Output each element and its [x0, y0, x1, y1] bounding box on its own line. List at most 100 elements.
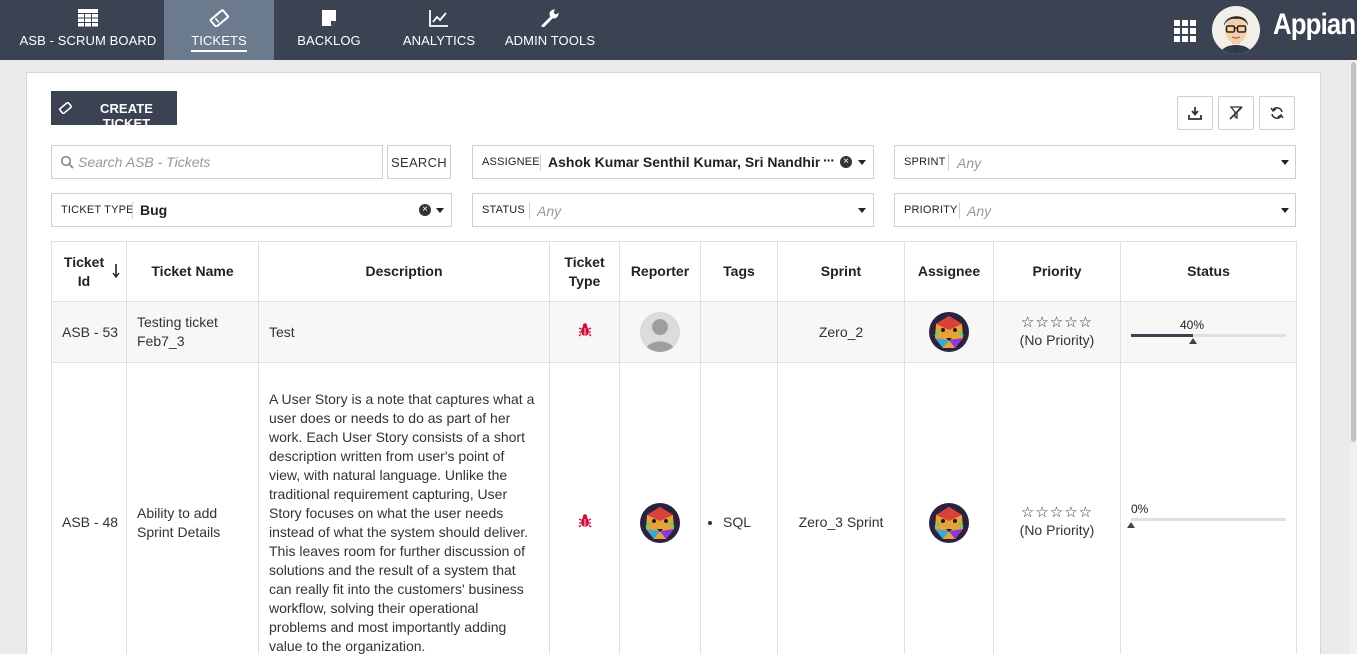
progress-fill — [1131, 334, 1193, 337]
chevron-down-icon — [1281, 208, 1289, 213]
status-value: Any — [537, 203, 562, 219]
clear-icon[interactable]: × — [840, 156, 852, 168]
tab-tickets[interactable]: TICKETS — [164, 0, 274, 60]
ticket-id[interactable]: ASB - 48 — [51, 362, 127, 654]
refresh-icon — [1270, 107, 1284, 119]
clear-filters-button[interactable] — [1218, 96, 1254, 130]
tab-label: ADMIN TOOLS — [504, 33, 596, 48]
filter-off-icon — [1229, 106, 1243, 120]
search-button[interactable]: SEARCH — [387, 145, 451, 179]
tab-analytics[interactable]: ANALYTICS — [394, 0, 484, 60]
priority-label: PRIORITY — [904, 204, 958, 216]
priority-value: Any — [967, 203, 992, 219]
column-header-tags[interactable]: Tags — [700, 241, 778, 302]
status-cell: 40% — [1120, 301, 1297, 363]
progress-percent: 40% — [1180, 318, 1205, 332]
sprint-value: Any — [957, 155, 982, 171]
top-navigation: ASB - SCRUM BOARD TICKETS BACKLOG ANALYT… — [0, 0, 1357, 60]
ticket-icon — [59, 102, 72, 114]
ticket-description: Test — [258, 301, 550, 363]
tab-label: TICKETS — [191, 33, 247, 52]
search-input[interactable] — [78, 153, 368, 171]
tab-scrum-board[interactable]: ASB - SCRUM BOARD — [14, 0, 162, 60]
create-ticket-button[interactable]: CREATE TICKET — [51, 91, 177, 131]
tab-label: BACKLOG — [297, 33, 361, 48]
chevron-down-icon — [1281, 160, 1289, 165]
note-icon — [322, 10, 336, 26]
app-launcher-icon[interactable] — [1174, 20, 1196, 42]
search-icon — [60, 155, 74, 169]
priority-text: (No Priority) — [1019, 331, 1095, 348]
assignee-avatar[interactable] — [929, 502, 969, 543]
download-button[interactable] — [1177, 96, 1213, 130]
progress-marker — [1127, 522, 1135, 528]
table-icon — [78, 9, 98, 27]
page-scrollbar[interactable] — [1350, 60, 1357, 654]
assignee-cell — [904, 362, 994, 654]
column-header-sprint[interactable]: Sprint — [777, 241, 905, 302]
priority-text: (No Priority) — [1019, 522, 1095, 538]
table-row[interactable]: ASB - 53 Testing ticket Feb7_3 Test Zero… — [51, 301, 1297, 363]
sort-descending-icon[interactable] — [112, 264, 120, 278]
ticket-id[interactable]: ASB - 53 — [51, 301, 127, 363]
ticket-name[interactable]: Ability to add Sprint Details — [126, 362, 259, 654]
table-header-row: Ticket Id Ticket Name Description Ticket… — [51, 241, 1297, 302]
tag-item: SQL — [723, 513, 777, 532]
more-icon: ··· — [823, 152, 835, 168]
reporter-avatar[interactable] — [640, 312, 680, 352]
refresh-button[interactable] — [1259, 96, 1295, 130]
user-avatar[interactable] — [1212, 6, 1260, 54]
column-header-description[interactable]: Description — [258, 241, 550, 302]
sprint-label: SPRINT — [904, 156, 946, 168]
ticket-description: A User Story is a note that captures wha… — [258, 362, 550, 654]
search-field — [51, 145, 383, 179]
scrollbar-thumb[interactable] — [1351, 62, 1356, 442]
column-header-status[interactable]: Status — [1120, 241, 1297, 302]
progress-bar — [1127, 518, 1286, 528]
clear-icon[interactable]: × — [419, 204, 431, 216]
chevron-down-icon — [436, 208, 444, 213]
column-header-ticket-name[interactable]: Ticket Name — [126, 241, 259, 302]
assignee-value: Ashok Kumar Senthil Kumar, Sri Nandhini … — [548, 154, 820, 170]
bug-icon — [578, 513, 591, 527]
progress-percent: 0% — [1131, 502, 1149, 516]
status-label: STATUS — [482, 204, 525, 216]
assignee-filter[interactable]: ASSIGNEE Ashok Kumar Senthil Kumar, Sri … — [472, 145, 874, 179]
column-header-reporter[interactable]: Reporter — [619, 241, 701, 302]
sprint-cell: Zero_3 Sprint — [777, 362, 905, 654]
create-ticket-label: CREATE TICKET — [99, 101, 154, 131]
sprint-filter[interactable]: SPRINT Any — [894, 145, 1296, 179]
reporter-avatar[interactable] — [640, 502, 680, 543]
ticket-type-filter[interactable]: TICKET TYPE Bug × — [51, 193, 452, 227]
chevron-down-icon — [858, 160, 866, 165]
tags-cell: SQL — [700, 362, 778, 654]
progress-marker — [1189, 338, 1197, 344]
reporter-cell — [619, 301, 701, 363]
column-header-priority[interactable]: Priority — [993, 241, 1121, 302]
reporter-cell — [619, 362, 701, 654]
star-rating-icon[interactable]: ☆☆☆☆☆ — [994, 505, 1120, 521]
table-row[interactable]: ASB - 48 Ability to add Sprint Details A… — [51, 362, 1297, 654]
sprint-cell: Zero_2 — [777, 301, 905, 363]
ticket-name[interactable]: Testing ticket Feb7_3 — [126, 301, 259, 363]
progress-bar — [1131, 334, 1286, 344]
status-cell: 0% — [1120, 362, 1297, 654]
tab-label: ASB - SCRUM BOARD — [19, 33, 157, 48]
priority-filter[interactable]: PRIORITY Any — [894, 193, 1296, 227]
priority-cell: ☆☆☆☆☆ (No Priority) — [993, 362, 1121, 654]
ticket-type-value: Bug — [140, 202, 168, 218]
tab-admin-tools[interactable]: ADMIN TOOLS — [500, 0, 600, 60]
assignee-avatar[interactable] — [929, 312, 969, 352]
column-header-ticket-id[interactable]: Ticket Id — [51, 241, 127, 302]
ticket-type-cell — [549, 301, 620, 363]
status-filter[interactable]: STATUS Any — [472, 193, 874, 227]
tab-backlog[interactable]: BACKLOG — [284, 0, 374, 60]
assignee-label: ASSIGNEE — [482, 156, 540, 168]
priority-cell: ☆☆☆☆☆ (No Priority) — [993, 301, 1121, 363]
ticket-icon — [209, 9, 229, 27]
column-header-assignee[interactable]: Assignee — [904, 241, 994, 302]
download-icon — [1188, 107, 1202, 120]
column-header-ticket-type[interactable]: Ticket Type — [549, 241, 620, 302]
assignee-cell — [904, 301, 994, 363]
star-rating-icon[interactable]: ☆☆☆☆☆ — [994, 314, 1120, 331]
